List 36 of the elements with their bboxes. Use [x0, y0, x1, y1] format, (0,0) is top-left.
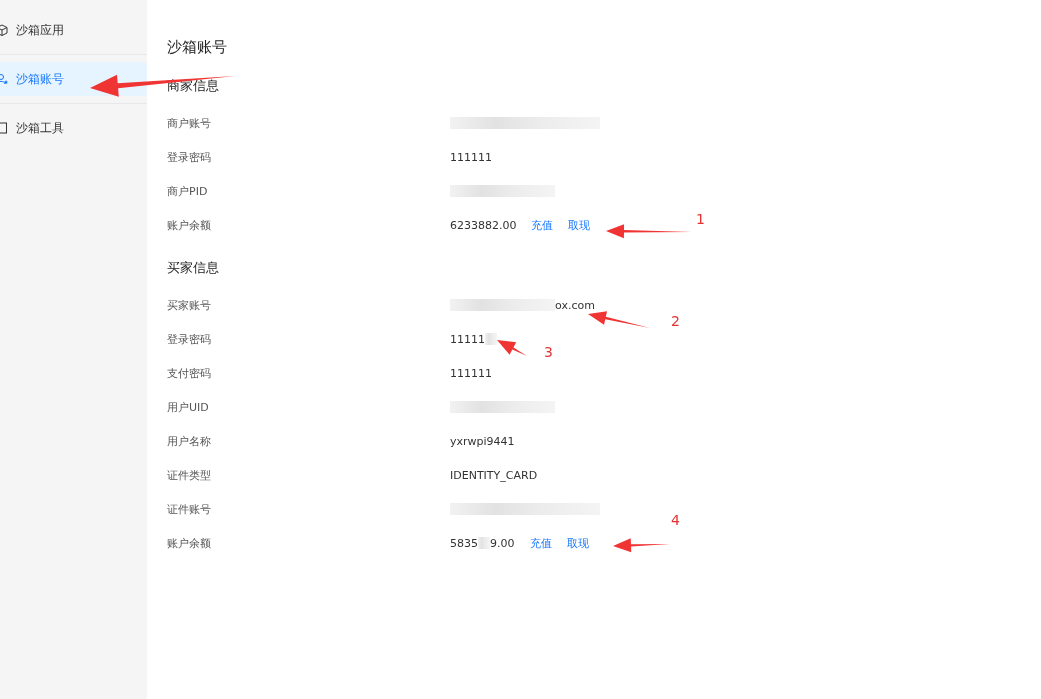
- action-link[interactable]: 取现: [568, 217, 591, 233]
- field-label: 商户账号: [167, 115, 212, 131]
- annotation-number: 3: [544, 344, 553, 360]
- field-label: 用户UID: [167, 399, 210, 415]
- field-label: 用户名称: [167, 433, 212, 449]
- action-link[interactable]: 充值: [529, 535, 552, 551]
- sidebar-item[interactable]: 沙箱账号: [0, 62, 147, 96]
- action-link[interactable]: 取现: [566, 535, 589, 551]
- field-value: 6233882.00: [450, 218, 517, 232]
- page-title: 沙箱账号: [167, 37, 228, 58]
- sidebar-item[interactable]: 沙箱工具: [0, 111, 147, 145]
- field-value: 11111: [450, 332, 485, 346]
- sidebar-item[interactable]: 沙箱应用: [0, 13, 147, 47]
- redaction-mark: [478, 537, 490, 549]
- field-label: 证件类型: [167, 467, 212, 483]
- field-label: 买家账号: [167, 297, 212, 313]
- field-label: 支付密码: [167, 365, 212, 381]
- annotation-number: 2: [671, 313, 680, 329]
- field-label: 商户PID: [167, 183, 209, 199]
- section-heading: 买家信息: [167, 259, 220, 277]
- field-label: 账户余额: [167, 217, 212, 233]
- field-value: 5835: [450, 536, 478, 550]
- field-value: IDENTITY_CARD: [450, 468, 538, 482]
- field-label: 登录密码: [167, 149, 212, 165]
- field-label: 账户余额: [167, 535, 212, 551]
- field-value: 111111: [450, 366, 492, 380]
- field-value: 111111: [450, 150, 492, 164]
- action-link[interactable]: 充值: [531, 217, 554, 233]
- field-label: 证件账号: [167, 501, 212, 517]
- annotation-number: 4: [671, 512, 680, 528]
- field-value: 9.00: [490, 536, 515, 550]
- field-value: yxrwpi9441: [450, 434, 515, 448]
- redaction-mark: [485, 333, 497, 345]
- annotation-number: 1: [696, 211, 705, 227]
- field-label: 登录密码: [167, 331, 212, 347]
- field-value: ox.com: [555, 298, 595, 312]
